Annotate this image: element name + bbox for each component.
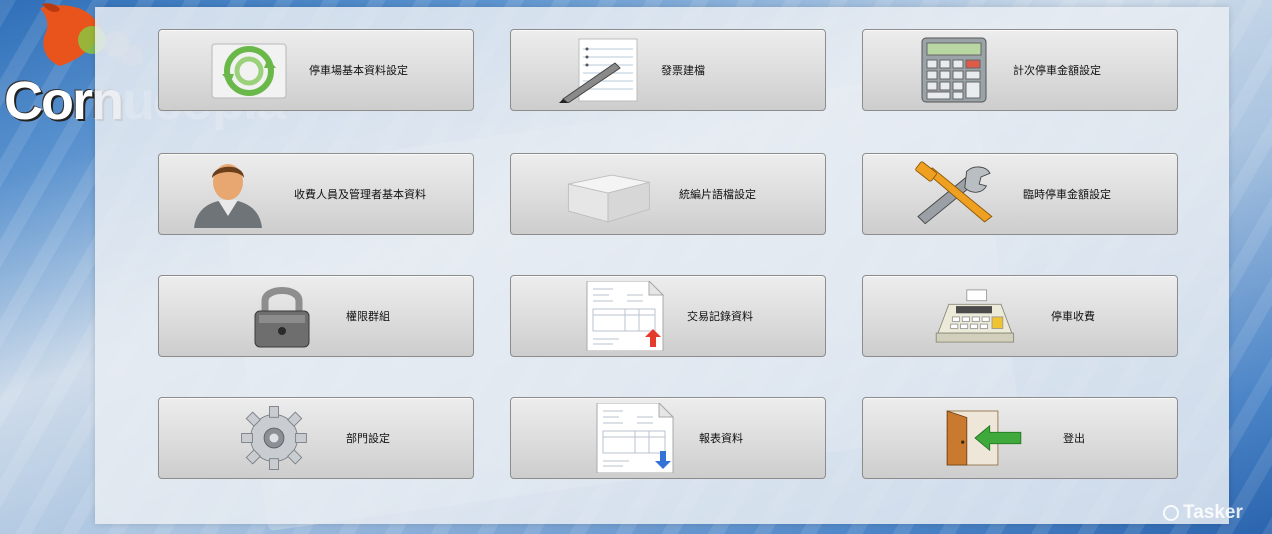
- tile-label: 部門設定: [346, 432, 390, 445]
- invoice-down-icon: [591, 403, 681, 473]
- tile-label: 收費人員及管理者基本資料: [294, 188, 426, 201]
- tile-permission-groups[interactable]: 權限群組: [158, 275, 474, 357]
- padlock-icon: [237, 282, 327, 350]
- tile-parking-fee-collection[interactable]: 停車收費: [862, 275, 1178, 357]
- exit-door-icon: [939, 404, 1029, 472]
- tile-label: 交易記錄資料: [687, 310, 753, 323]
- tile-label: 臨時停車金額設定: [1023, 188, 1111, 201]
- tile-department-settings[interactable]: 部門設定: [158, 397, 474, 479]
- tile-label: 計次停車金額設定: [1013, 64, 1101, 77]
- notepad-pen-icon: [557, 36, 647, 104]
- cash-register-icon: [929, 282, 1019, 350]
- tile-staff-admin-profile[interactable]: 收費人員及管理者基本資料: [158, 153, 474, 235]
- tile-tax-id-phrase-settings[interactable]: 統編片語檔設定: [510, 153, 826, 235]
- box-icon: [563, 160, 653, 228]
- tile-temporary-parking-fee-settings[interactable]: 臨時停車金額設定: [862, 153, 1178, 235]
- tile-label: 權限群組: [346, 310, 390, 323]
- recycle-arrows-icon: [205, 36, 295, 104]
- tasker-watermark: Tasker: [1163, 502, 1243, 524]
- tile-invoice-entry[interactable]: 發票建檔: [510, 29, 826, 111]
- gear-icon: [229, 404, 319, 472]
- tile-transaction-records[interactable]: 交易記錄資料: [510, 275, 826, 357]
- tile-label: 報表資料: [699, 432, 743, 445]
- tile-logout[interactable]: 登出: [862, 397, 1178, 479]
- tasker-logo-icon: [1163, 505, 1179, 521]
- tile-parking-lot-settings[interactable]: 停車場基本資料設定: [158, 29, 474, 111]
- calculator-icon: [909, 36, 999, 104]
- tile-label: 發票建檔: [661, 64, 705, 77]
- main-menu-panel: 停車場基本資料設定 發票建檔 計次停車金額設定 收費人員及管理者基本資料 統編片…: [95, 7, 1229, 524]
- tile-label: 停車收費: [1051, 310, 1095, 323]
- tools-icon: [909, 160, 999, 228]
- invoice-up-icon: [581, 281, 671, 351]
- tile-label: 登出: [1063, 432, 1085, 445]
- tile-report-data[interactable]: 報表資料: [510, 397, 826, 479]
- tile-per-visit-fee-settings[interactable]: 計次停車金額設定: [862, 29, 1178, 111]
- tile-label: 統編片語檔設定: [679, 188, 756, 201]
- user-avatar-icon: [183, 160, 273, 228]
- tile-label: 停車場基本資料設定: [309, 64, 408, 77]
